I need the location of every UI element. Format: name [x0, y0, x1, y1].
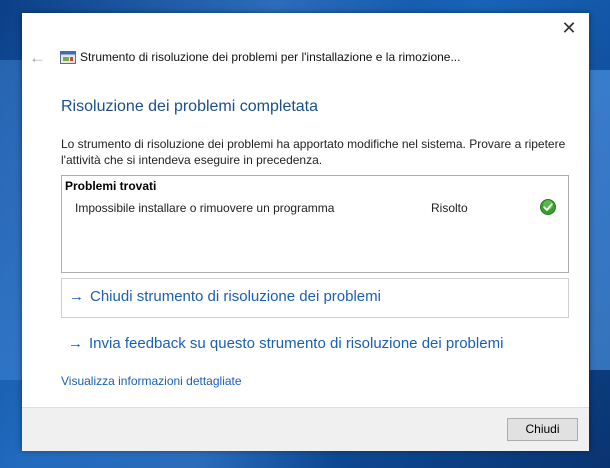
navigation-row: ← Strumento di risoluzione dei problemi … — [22, 45, 589, 71]
page-heading: Risoluzione dei problemi completata — [61, 98, 319, 115]
problems-found-list: Problemi trovati Impossibile installare … — [61, 175, 569, 273]
close-button[interactable]: Chiudi — [507, 418, 578, 441]
desktop-window-pane — [590, 70, 610, 370]
title-bar: ✕ — [22, 13, 589, 43]
close-troubleshooter-link-text: → Chiudi strumento di risoluzione dei pro… — [69, 288, 381, 305]
description-text: Lo strumento di risoluzione dei problemi… — [61, 137, 566, 167]
back-arrow-icon[interactable]: ← — [29, 48, 46, 68]
close-window-button[interactable]: ✕ — [555, 16, 583, 40]
troubleshooter-app-icon — [60, 51, 76, 64]
dialog-footer: Chiudi — [22, 407, 589, 451]
close-troubleshooter-link[interactable]: → Chiudi strumento di risoluzione dei pro… — [61, 278, 569, 318]
arrow-right-icon: → — [68, 335, 83, 352]
problem-status: Risolto — [431, 201, 468, 215]
problem-name: Impossibile installare o rimuovere un pr… — [75, 201, 335, 215]
troubleshooter-dialog: ✕ ← Strumento di risoluzione dei problem… — [22, 13, 589, 451]
check-icon — [540, 199, 556, 215]
send-feedback-link-text: → Invia feedback su questo strumento di r… — [68, 335, 504, 352]
arrow-right-icon: → — [69, 288, 84, 305]
view-details-link[interactable]: Visualizza informazioni dettagliate — [61, 374, 242, 388]
window-title: Strumento di risoluzione dei problemi pe… — [80, 50, 461, 64]
send-feedback-link[interactable]: → Invia feedback su questo strumento di r… — [61, 326, 567, 364]
problems-header: Problemi trovati — [65, 179, 157, 193]
desktop-window-pane — [0, 60, 22, 380]
